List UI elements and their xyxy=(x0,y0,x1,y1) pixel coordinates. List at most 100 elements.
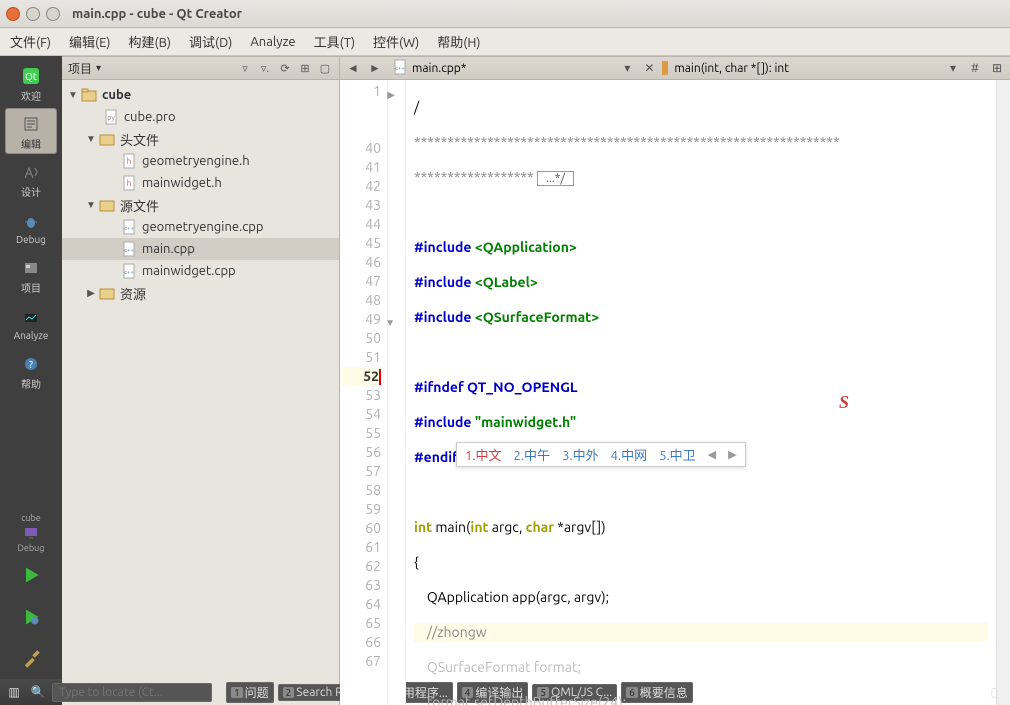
project-tree[interactable]: ▼cube pycube.pro ▼头文件 hgeometryengine.h … xyxy=(62,80,339,705)
mode-edit[interactable]: 编辑 xyxy=(5,108,57,154)
svg-text:c++: c++ xyxy=(124,269,134,276)
symbol-selector[interactable]: main(int, char *[]): int xyxy=(662,61,940,75)
toggle-sidebar-button[interactable]: ▥ xyxy=(4,683,24,701)
ime-candidate-popup[interactable]: 1.中文 2.中午 3.中外 4.中网 5.中卫 ◀ ▶ xyxy=(456,442,746,467)
project-panel-title: 项目 xyxy=(68,60,92,77)
mode-welcome[interactable]: Qt 欢迎 xyxy=(5,60,57,106)
menu-debug[interactable]: 调试(D) xyxy=(189,32,232,51)
tree-cpp-file[interactable]: c++geometryengine.cpp xyxy=(62,216,339,238)
menu-file[interactable]: 文件(F) xyxy=(10,32,51,51)
mode-projects[interactable]: 项目 xyxy=(5,252,57,298)
chevron-down-icon[interactable]: ▾ xyxy=(618,59,636,77)
cpp-file-icon: c++ xyxy=(392,59,408,78)
mode-label: 项目 xyxy=(21,280,41,295)
mode-label: 设计 xyxy=(21,184,41,199)
window-maximize-button[interactable] xyxy=(46,7,60,21)
nav-fwd-button[interactable]: ► xyxy=(366,59,384,77)
sync-icon[interactable]: ⟳ xyxy=(277,60,293,76)
window-close-button[interactable] xyxy=(6,7,20,21)
cpp-file-icon: c++ xyxy=(120,241,138,257)
h-file-icon: h xyxy=(120,153,138,169)
mode-analyze[interactable]: Analyze xyxy=(5,300,57,346)
tree-pro-file[interactable]: pycube.pro xyxy=(62,106,339,128)
symbol-bar-icon xyxy=(662,61,668,75)
play-icon xyxy=(19,563,43,587)
vertical-scrollbar[interactable] xyxy=(996,80,1010,705)
tree-resources-folder[interactable]: ▶资源 xyxy=(62,282,339,304)
ime-candidate[interactable]: 4.中网 xyxy=(611,445,648,464)
symbol-label: main(int, char *[]): int xyxy=(674,62,789,75)
folder-icon xyxy=(98,285,116,301)
tree-header-file[interactable]: hmainwidget.h xyxy=(62,172,339,194)
code-editor[interactable]: 1▶ 4041424344 45464748 49▼5051 52 535455… xyxy=(340,80,1010,705)
svg-text:c++: c++ xyxy=(124,247,134,254)
menu-help[interactable]: 帮助(H) xyxy=(437,32,480,51)
mode-label: 编辑 xyxy=(21,136,41,151)
pro-file-icon: py xyxy=(102,109,120,125)
target-selector[interactable]: cube Debug xyxy=(5,513,57,553)
menu-widgets[interactable]: 控件(W) xyxy=(373,32,419,51)
tree-header-file[interactable]: hgeometryengine.h xyxy=(62,150,339,172)
fold-column[interactable] xyxy=(388,80,406,705)
tree-cpp-file-active[interactable]: c++main.cpp xyxy=(62,238,339,260)
folder-icon xyxy=(98,131,116,147)
chevron-down-icon[interactable]: ▾ xyxy=(944,59,962,77)
cpp-file-icon: c++ xyxy=(120,263,138,279)
ime-candidate[interactable]: 1.中文 xyxy=(465,445,502,464)
close-editor-button[interactable]: ✕ xyxy=(640,59,658,77)
line-col-button[interactable]: # xyxy=(966,59,984,77)
window-title: main.cpp - cube - Qt Creator xyxy=(72,7,242,21)
project-panel-header: 项目 ▾ ▿ ▿. ⟳ ⊞ ▢ xyxy=(62,56,339,80)
mode-design[interactable]: 设计 xyxy=(5,156,57,202)
mode-label: 欢迎 xyxy=(21,88,41,103)
run-button[interactable] xyxy=(5,555,57,595)
file-selector[interactable]: c++ main.cpp* xyxy=(388,59,470,78)
search-icon[interactable]: 🔍 xyxy=(28,683,48,701)
filter-icon[interactable]: ▿ xyxy=(237,60,253,76)
build-button[interactable] xyxy=(5,639,57,679)
chevron-down-icon[interactable]: ▾ xyxy=(96,62,101,74)
menu-tools[interactable]: 工具(T) xyxy=(314,32,355,51)
svg-text:c++: c++ xyxy=(395,65,405,72)
locator-input[interactable] xyxy=(52,683,212,702)
svg-text:h: h xyxy=(127,179,132,188)
split-editor-button[interactable]: ⊞ xyxy=(988,59,1006,77)
qt-logo-icon: Qt xyxy=(19,64,43,88)
svg-text:c++: c++ xyxy=(124,225,134,232)
design-icon xyxy=(19,160,43,184)
ime-candidate[interactable]: 3.中外 xyxy=(562,445,599,464)
ime-logo-icon: S xyxy=(832,390,856,414)
line-number-gutter: 1▶ 4041424344 45464748 49▼5051 52 535455… xyxy=(340,80,388,705)
mode-label: Debug xyxy=(16,234,46,245)
code-content[interactable]: / **************************************… xyxy=(406,80,996,705)
tree-root[interactable]: ▼cube xyxy=(62,84,339,106)
bug-icon xyxy=(19,210,43,234)
nav-back-button[interactable]: ◄ xyxy=(344,59,362,77)
menu-analyze[interactable]: Analyze xyxy=(250,35,295,49)
debug-run-button[interactable] xyxy=(5,597,57,637)
output-tab-issues[interactable]: 1问题 xyxy=(226,682,274,703)
project-panel: 项目 ▾ ▿ ▿. ⟳ ⊞ ▢ ▼cube pycube.pro ▼头文件 hg… xyxy=(62,56,340,705)
filter2-icon[interactable]: ▿. xyxy=(257,60,273,76)
ime-prev-icon[interactable]: ◀ xyxy=(708,448,716,461)
tree-sources-folder[interactable]: ▼源文件 xyxy=(62,194,339,216)
menu-edit[interactable]: 编辑(E) xyxy=(69,32,110,51)
analyze-icon xyxy=(19,306,43,330)
split-icon[interactable]: ⊞ xyxy=(297,60,313,76)
mode-debug[interactable]: Debug xyxy=(5,204,57,250)
target-name: cube xyxy=(21,513,41,523)
tree-cpp-file[interactable]: c++mainwidget.cpp xyxy=(62,260,339,282)
ime-next-icon[interactable]: ▶ xyxy=(728,448,736,461)
ime-candidate[interactable]: 2.中午 xyxy=(514,445,551,464)
ime-candidate[interactable]: 5.中卫 xyxy=(659,445,696,464)
tree-headers-folder[interactable]: ▼头文件 xyxy=(62,128,339,150)
monitor-icon xyxy=(19,523,43,543)
editor-area: ◄ ► c++ main.cpp* ▾ ✕ main(int, char *[]… xyxy=(340,56,1010,705)
mode-help[interactable]: ? 帮助 xyxy=(5,348,57,394)
close-panel-icon[interactable]: ▢ xyxy=(317,60,333,76)
target-mode: Debug xyxy=(18,543,45,553)
window-minimize-button[interactable] xyxy=(26,7,40,21)
editor-toolbar: ◄ ► c++ main.cpp* ▾ ✕ main(int, char *[]… xyxy=(340,56,1010,80)
svg-text:py: py xyxy=(107,114,115,122)
menu-build[interactable]: 构建(B) xyxy=(129,32,171,51)
